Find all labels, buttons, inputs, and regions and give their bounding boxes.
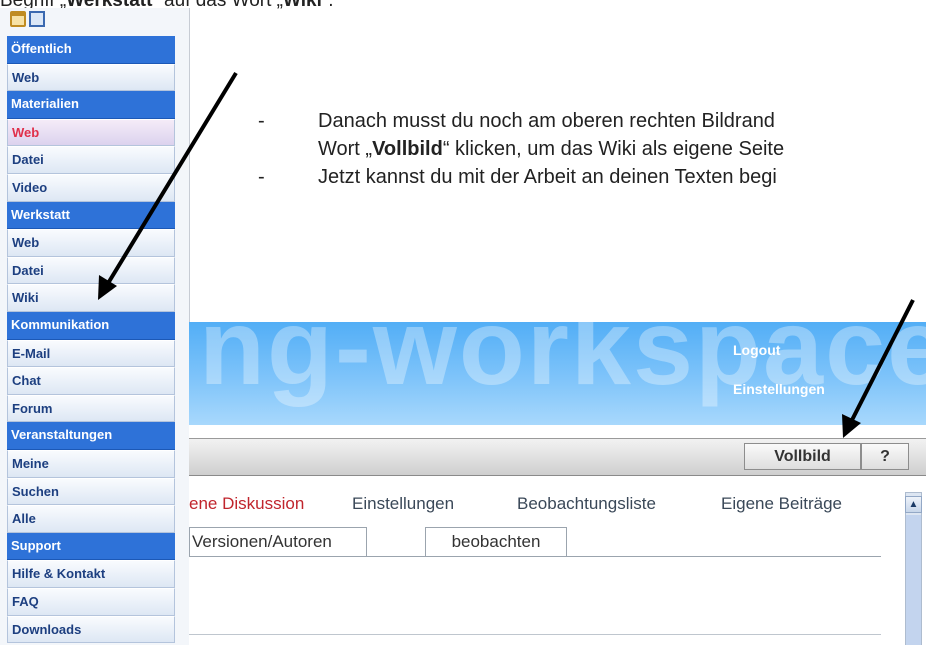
arrow-to-wiki	[105, 71, 238, 287]
arrow-to-wiki-head	[98, 275, 117, 300]
annotation-arrows	[98, 71, 915, 438]
arrow-to-vollbild	[848, 299, 915, 425]
